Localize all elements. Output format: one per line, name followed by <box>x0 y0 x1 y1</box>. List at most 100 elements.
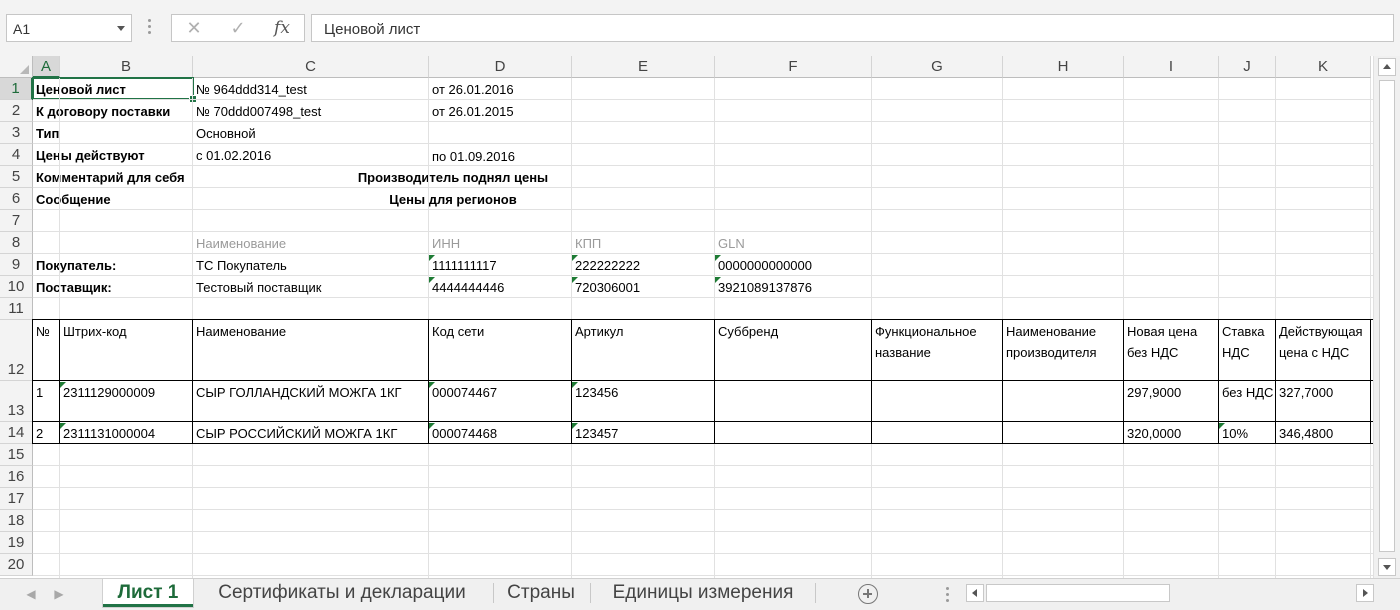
table-row-1-barcode[interactable]: 2311129000009 <box>60 382 155 403</box>
cell-a9[interactable]: Покупатель: <box>33 255 116 276</box>
tab-sheet-1[interactable]: Лист 1 <box>103 579 193 607</box>
drag-handle-icon[interactable] <box>946 587 950 603</box>
formula-input[interactable]: Ценовой лист <box>311 14 1394 42</box>
cell-a4[interactable]: Цены действуют <box>33 145 145 166</box>
table-row-1-name[interactable]: СЫР ГОЛЛАНДСКИЙ МОЖГА 1КГ <box>193 382 402 403</box>
tab-countries[interactable]: Страны <box>497 579 585 607</box>
cell-f9[interactable]: 0000000000000 <box>715 255 812 276</box>
table-row-2-new-price[interactable]: 320,0000 <box>1124 423 1181 444</box>
name-box[interactable]: A1 <box>6 14 132 42</box>
row-header-3[interactable]: 3 <box>0 122 33 144</box>
table-row-2-barcode[interactable]: 2311131000004 <box>60 423 155 444</box>
cell-c10[interactable]: Тестовый поставщик <box>193 277 321 298</box>
scroll-up-icon[interactable] <box>1378 58 1396 76</box>
table-header-functional-name[interactable]: Функциональное название <box>872 321 1000 363</box>
cell-a6[interactable]: Сообщение <box>33 189 111 210</box>
table-header-new-price[interactable]: Новая цена без НДС <box>1124 321 1214 363</box>
column-header-k[interactable]: K <box>1276 56 1371 78</box>
row-header-5[interactable]: 5 <box>0 166 33 188</box>
cell-d4[interactable]: по 01.09.2016 <box>429 146 515 167</box>
column-header-h[interactable]: H <box>1003 56 1124 78</box>
table-header-article[interactable]: Артикул <box>572 321 623 342</box>
scroll-left-icon[interactable] <box>966 584 984 602</box>
cell-c8[interactable]: Наименование <box>193 233 286 254</box>
column-header-g[interactable]: G <box>872 56 1003 78</box>
row-header-19[interactable]: 19 <box>0 532 33 554</box>
cell-c3[interactable]: Основной <box>193 123 256 144</box>
table-row-2-article[interactable]: 123457 <box>572 423 618 444</box>
table-header-subbrand[interactable]: Суббренд <box>715 321 778 342</box>
table-header-vat-rate[interactable]: Ставка НДС <box>1219 321 1269 363</box>
scroll-right-icon[interactable] <box>1356 584 1374 602</box>
cell-d10[interactable]: 4444444446 <box>429 277 504 298</box>
cell-e9[interactable]: 222222222 <box>572 255 640 276</box>
cell-d9[interactable]: 1111111117 <box>429 255 497 276</box>
row-header-16[interactable]: 16 <box>0 466 33 488</box>
table-header-current-price[interactable]: Действующая цена с НДС <box>1276 321 1370 363</box>
cell-c6-merged[interactable]: Цены для регионов <box>193 189 713 210</box>
cell-c2[interactable]: № 70ddd007498_test <box>193 101 321 122</box>
vertical-scroll-thumb[interactable] <box>1379 80 1395 552</box>
add-sheet-icon[interactable] <box>858 584 878 604</box>
table-row-2-current-price[interactable]: 346,4800 <box>1276 423 1333 444</box>
cell-e10[interactable]: 720306001 <box>572 277 640 298</box>
cell-a5[interactable]: Комментарий для себя <box>33 167 185 188</box>
column-header-c[interactable]: C <box>193 56 429 78</box>
tab-prev-icon[interactable]: ◀ <box>22 583 40 605</box>
table-header-barcode[interactable]: Штрих-код <box>60 321 127 342</box>
scroll-down-icon[interactable] <box>1378 558 1396 576</box>
row-header-17[interactable]: 17 <box>0 488 33 510</box>
column-header-i[interactable]: I <box>1124 56 1219 78</box>
cell-c4[interactable]: с 01.02.2016 <box>193 145 271 166</box>
horizontal-scroll-thumb[interactable] <box>986 584 1170 602</box>
table-header-no[interactable]: № <box>33 321 50 342</box>
table-row-2-name[interactable]: СЫР РОССИЙСКИЙ МОЖГА 1КГ <box>193 423 397 444</box>
table-header-name[interactable]: Наименование <box>193 321 286 342</box>
table-header-manufacturer[interactable]: Наименование производителя <box>1003 321 1123 363</box>
horizontal-scrollbar[interactable] <box>966 583 1374 603</box>
cell-d1[interactable]: от 26.01.2016 <box>429 79 514 100</box>
insert-function-icon[interactable]: fx <box>262 15 302 43</box>
table-row-2-no[interactable]: 2 <box>33 423 43 444</box>
cell-f8[interactable]: GLN <box>715 233 745 254</box>
row-header-8[interactable]: 8 <box>0 232 33 254</box>
table-row-2-network-code[interactable]: 000074468 <box>429 423 497 444</box>
table-row-2-vat-rate[interactable]: 10% <box>1219 423 1248 444</box>
row-header-18[interactable]: 18 <box>0 510 33 532</box>
column-header-d[interactable]: D <box>429 56 572 78</box>
table-header-network-code[interactable]: Код сети <box>429 321 484 342</box>
table-row-1-vat-rate[interactable]: без НДС <box>1219 382 1273 403</box>
table-row-1-network-code[interactable]: 000074467 <box>429 382 497 403</box>
table-row-1-current-price[interactable]: 327,7000 <box>1276 382 1333 403</box>
cell-c5-merged[interactable]: Производитель поднял цены <box>193 167 713 188</box>
cell-d2[interactable]: от 26.01.2015 <box>429 101 514 122</box>
table-row-1-no[interactable]: 1 <box>33 382 43 403</box>
cell-f10[interactable]: 3921089137876 <box>715 277 812 298</box>
row-header-12[interactable]: 12 <box>0 320 33 381</box>
row-header-10[interactable]: 10 <box>0 276 33 298</box>
cell-e8[interactable]: КПП <box>572 233 601 254</box>
table-row-1-article[interactable]: 123456 <box>572 382 618 403</box>
column-header-j[interactable]: J <box>1219 56 1276 78</box>
tab-certificates[interactable]: Сертификаты и декларации <box>200 579 484 607</box>
cell-c9[interactable]: ТС Покупатель <box>193 255 287 276</box>
table-row-1-new-price[interactable]: 297,9000 <box>1124 382 1181 403</box>
row-header-2[interactable]: 2 <box>0 100 33 122</box>
row-header-4[interactable]: 4 <box>0 144 33 166</box>
row-header-15[interactable]: 15 <box>0 444 33 466</box>
cell-d8[interactable]: ИНН <box>429 233 460 254</box>
row-header-6[interactable]: 6 <box>0 188 33 210</box>
column-header-e[interactable]: E <box>572 56 715 78</box>
chevron-down-icon[interactable] <box>117 26 125 31</box>
row-header-7[interactable]: 7 <box>0 210 33 232</box>
cancel-icon[interactable]: ✕ <box>174 15 214 43</box>
column-header-b[interactable]: B <box>60 56 193 78</box>
row-header-11[interactable]: 11 <box>0 298 33 320</box>
cell-c1[interactable]: № 964ddd314_test <box>193 79 307 100</box>
vertical-scrollbar[interactable] <box>1373 56 1400 578</box>
row-header-20[interactable]: 20 <box>0 554 33 576</box>
row-header-14[interactable]: 14 <box>0 422 33 444</box>
row-header-9[interactable]: 9 <box>0 254 33 276</box>
enter-icon[interactable]: ✓ <box>218 15 258 43</box>
column-header-a[interactable]: A <box>33 56 60 78</box>
